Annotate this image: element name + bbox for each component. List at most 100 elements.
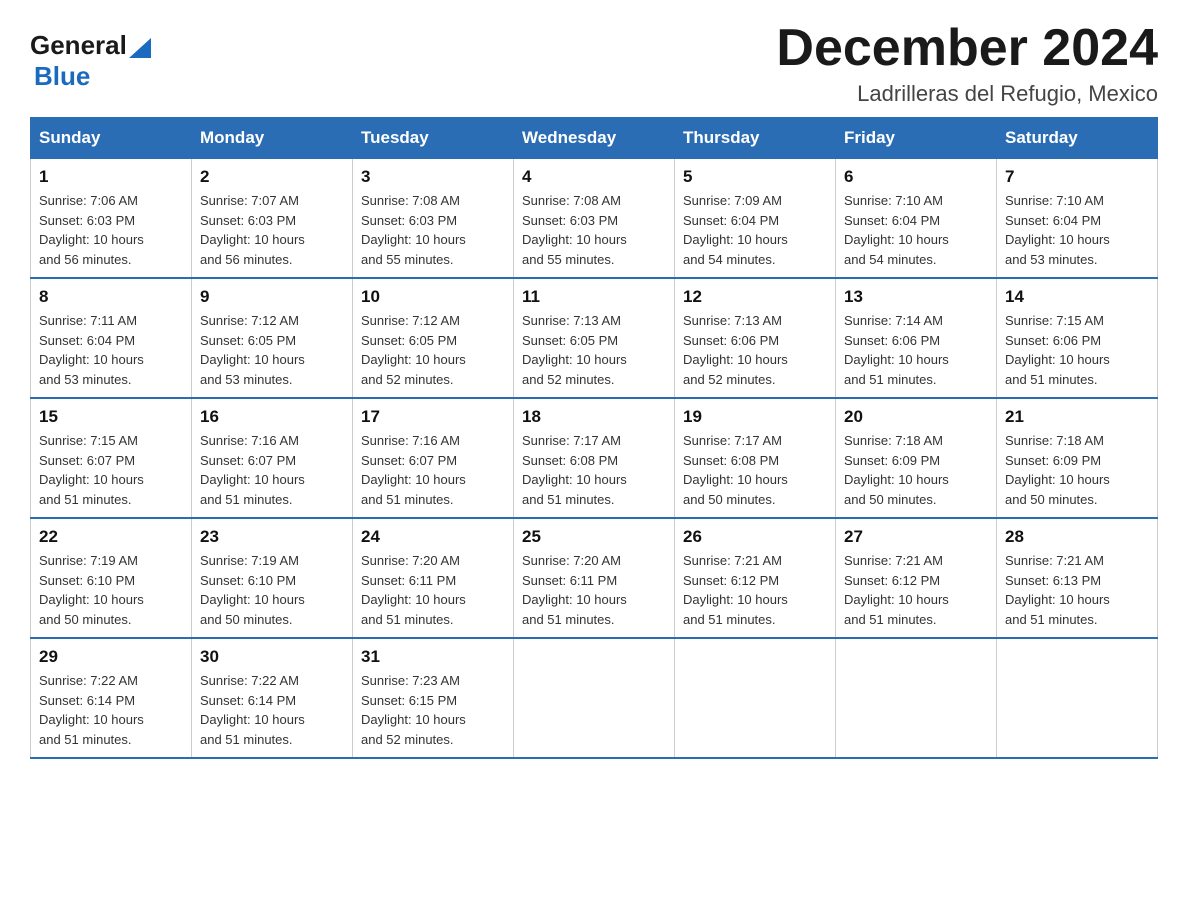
day-info: Sunrise: 7:12 AM Sunset: 6:05 PM Dayligh… (200, 311, 344, 389)
header-thursday: Thursday (675, 118, 836, 159)
calendar-cell: 18Sunrise: 7:17 AM Sunset: 6:08 PM Dayli… (514, 398, 675, 518)
calendar-week-4: 22Sunrise: 7:19 AM Sunset: 6:10 PM Dayli… (31, 518, 1158, 638)
calendar-cell: 3Sunrise: 7:08 AM Sunset: 6:03 PM Daylig… (353, 159, 514, 279)
header-monday: Monday (192, 118, 353, 159)
day-number: 3 (361, 167, 505, 187)
calendar-table: SundayMondayTuesdayWednesdayThursdayFrid… (30, 117, 1158, 759)
day-number: 28 (1005, 527, 1149, 547)
calendar-cell: 26 Sunrise: 7:21 AM Sunset: 6:12 PM Dayli… (675, 518, 836, 638)
day-info: Sunrise: 7:11 AM Sunset: 6:04 PM Dayligh… (39, 311, 183, 389)
calendar-cell: 19 Sunrise: 7:17 AM Sunset: 6:08 PM Dayli… (675, 398, 836, 518)
day-info: Sunrise: 7:10 AM Sunset: 6:04 PM Dayligh… (1005, 191, 1149, 269)
day-info: Sunrise: 7:17 AM Sunset: 6:08 PM Dayligh… (683, 431, 827, 509)
day-number: 27 (844, 527, 988, 547)
day-info: Sunrise: 7:19 AM Sunset: 6:10 PM Dayligh… (39, 551, 183, 629)
day-number: 29 (39, 647, 183, 667)
calendar-header-row: SundayMondayTuesdayWednesdayThursdayFrid… (31, 118, 1158, 159)
day-number: 24 (361, 527, 505, 547)
day-number: 14 (1005, 287, 1149, 307)
calendar-cell: 25Sunrise: 7:20 AM Sunset: 6:11 PM Dayli… (514, 518, 675, 638)
calendar-cell: 20 Sunrise: 7:18 AM Sunset: 6:09 PM Dayli… (836, 398, 997, 518)
day-number: 9 (200, 287, 344, 307)
page-header: General Blue December 2024 Ladrilleras d… (30, 20, 1158, 107)
calendar-cell: 27 Sunrise: 7:21 AM Sunset: 6:12 PM Dayli… (836, 518, 997, 638)
day-info: Sunrise: 7:21 AM Sunset: 6:13 PM Dayligh… (1005, 551, 1149, 629)
calendar-cell: 6 Sunrise: 7:10 AM Sunset: 6:04 PM Daylig… (836, 159, 997, 279)
calendar-week-1: 1 Sunrise: 7:06 AM Sunset: 6:03 PM Daylig… (31, 159, 1158, 279)
calendar-cell: 24 Sunrise: 7:20 AM Sunset: 6:11 PM Dayli… (353, 518, 514, 638)
day-info: Sunrise: 7:16 AM Sunset: 6:07 PM Dayligh… (200, 431, 344, 509)
calendar-cell: 31 Sunrise: 7:23 AM Sunset: 6:15 PM Dayli… (353, 638, 514, 758)
calendar-cell: 17Sunrise: 7:16 AM Sunset: 6:07 PM Dayli… (353, 398, 514, 518)
calendar-week-2: 8 Sunrise: 7:11 AM Sunset: 6:04 PM Daylig… (31, 278, 1158, 398)
calendar-cell: 16 Sunrise: 7:16 AM Sunset: 6:07 PM Dayli… (192, 398, 353, 518)
calendar-cell: 22Sunrise: 7:19 AM Sunset: 6:10 PM Dayli… (31, 518, 192, 638)
day-number: 15 (39, 407, 183, 427)
calendar-cell: 4Sunrise: 7:08 AM Sunset: 6:03 PM Daylig… (514, 159, 675, 279)
logo-blue-text: Blue (30, 61, 90, 91)
calendar-cell: 23 Sunrise: 7:19 AM Sunset: 6:10 PM Dayli… (192, 518, 353, 638)
day-number: 11 (522, 287, 666, 307)
calendar-cell: 10 Sunrise: 7:12 AM Sunset: 6:05 PM Dayli… (353, 278, 514, 398)
calendar-cell: 14 Sunrise: 7:15 AM Sunset: 6:06 PM Dayli… (997, 278, 1158, 398)
day-number: 23 (200, 527, 344, 547)
logo-triangle-icon (129, 36, 151, 58)
day-info: Sunrise: 7:21 AM Sunset: 6:12 PM Dayligh… (683, 551, 827, 629)
day-number: 21 (1005, 407, 1149, 427)
day-info: Sunrise: 7:23 AM Sunset: 6:15 PM Dayligh… (361, 671, 505, 749)
calendar-cell: 21 Sunrise: 7:18 AM Sunset: 6:09 PM Dayli… (997, 398, 1158, 518)
calendar-cell: 9 Sunrise: 7:12 AM Sunset: 6:05 PM Daylig… (192, 278, 353, 398)
calendar-cell: 7Sunrise: 7:10 AM Sunset: 6:04 PM Daylig… (997, 159, 1158, 279)
day-number: 19 (683, 407, 827, 427)
day-number: 30 (200, 647, 344, 667)
header-saturday: Saturday (997, 118, 1158, 159)
day-info: Sunrise: 7:18 AM Sunset: 6:09 PM Dayligh… (844, 431, 988, 509)
day-number: 16 (200, 407, 344, 427)
day-info: Sunrise: 7:06 AM Sunset: 6:03 PM Dayligh… (39, 191, 183, 269)
header-wednesday: Wednesday (514, 118, 675, 159)
day-info: Sunrise: 7:10 AM Sunset: 6:04 PM Dayligh… (844, 191, 988, 269)
day-info: Sunrise: 7:22 AM Sunset: 6:14 PM Dayligh… (200, 671, 344, 749)
calendar-cell: 1 Sunrise: 7:06 AM Sunset: 6:03 PM Daylig… (31, 159, 192, 279)
day-info: Sunrise: 7:16 AM Sunset: 6:07 PM Dayligh… (361, 431, 505, 509)
day-info: Sunrise: 7:13 AM Sunset: 6:06 PM Dayligh… (683, 311, 827, 389)
day-number: 2 (200, 167, 344, 187)
calendar-cell (514, 638, 675, 758)
calendar-cell: 29Sunrise: 7:22 AM Sunset: 6:14 PM Dayli… (31, 638, 192, 758)
calendar-cell: 15 Sunrise: 7:15 AM Sunset: 6:07 PM Dayli… (31, 398, 192, 518)
calendar-cell: 12Sunrise: 7:13 AM Sunset: 6:06 PM Dayli… (675, 278, 836, 398)
day-number: 26 (683, 527, 827, 547)
logo-general-text: General (30, 30, 127, 61)
day-info: Sunrise: 7:12 AM Sunset: 6:05 PM Dayligh… (361, 311, 505, 389)
day-number: 8 (39, 287, 183, 307)
day-info: Sunrise: 7:08 AM Sunset: 6:03 PM Dayligh… (522, 191, 666, 269)
header-sunday: Sunday (31, 118, 192, 159)
day-info: Sunrise: 7:07 AM Sunset: 6:03 PM Dayligh… (200, 191, 344, 269)
day-number: 31 (361, 647, 505, 667)
day-number: 13 (844, 287, 988, 307)
day-info: Sunrise: 7:15 AM Sunset: 6:07 PM Dayligh… (39, 431, 183, 509)
calendar-cell (997, 638, 1158, 758)
calendar-cell: 2 Sunrise: 7:07 AM Sunset: 6:03 PM Daylig… (192, 159, 353, 279)
day-info: Sunrise: 7:20 AM Sunset: 6:11 PM Dayligh… (361, 551, 505, 629)
day-number: 1 (39, 167, 183, 187)
calendar-cell (836, 638, 997, 758)
day-number: 20 (844, 407, 988, 427)
day-number: 10 (361, 287, 505, 307)
calendar-cell: 28 Sunrise: 7:21 AM Sunset: 6:13 PM Dayli… (997, 518, 1158, 638)
calendar-cell: 13 Sunrise: 7:14 AM Sunset: 6:06 PM Dayli… (836, 278, 997, 398)
day-info: Sunrise: 7:21 AM Sunset: 6:12 PM Dayligh… (844, 551, 988, 629)
day-number: 5 (683, 167, 827, 187)
calendar-cell: 8 Sunrise: 7:11 AM Sunset: 6:04 PM Daylig… (31, 278, 192, 398)
header-friday: Friday (836, 118, 997, 159)
day-number: 25 (522, 527, 666, 547)
day-info: Sunrise: 7:18 AM Sunset: 6:09 PM Dayligh… (1005, 431, 1149, 509)
day-info: Sunrise: 7:14 AM Sunset: 6:06 PM Dayligh… (844, 311, 988, 389)
day-info: Sunrise: 7:13 AM Sunset: 6:05 PM Dayligh… (522, 311, 666, 389)
header-tuesday: Tuesday (353, 118, 514, 159)
day-info: Sunrise: 7:15 AM Sunset: 6:06 PM Dayligh… (1005, 311, 1149, 389)
day-number: 6 (844, 167, 988, 187)
calendar-cell (675, 638, 836, 758)
calendar-week-5: 29 Sunrise: 7:22 AM Sunset: 6:14 PM Dayli… (31, 638, 1158, 758)
day-info: Sunrise: 7:19 AM Sunset: 6:10 PM Dayligh… (200, 551, 344, 629)
